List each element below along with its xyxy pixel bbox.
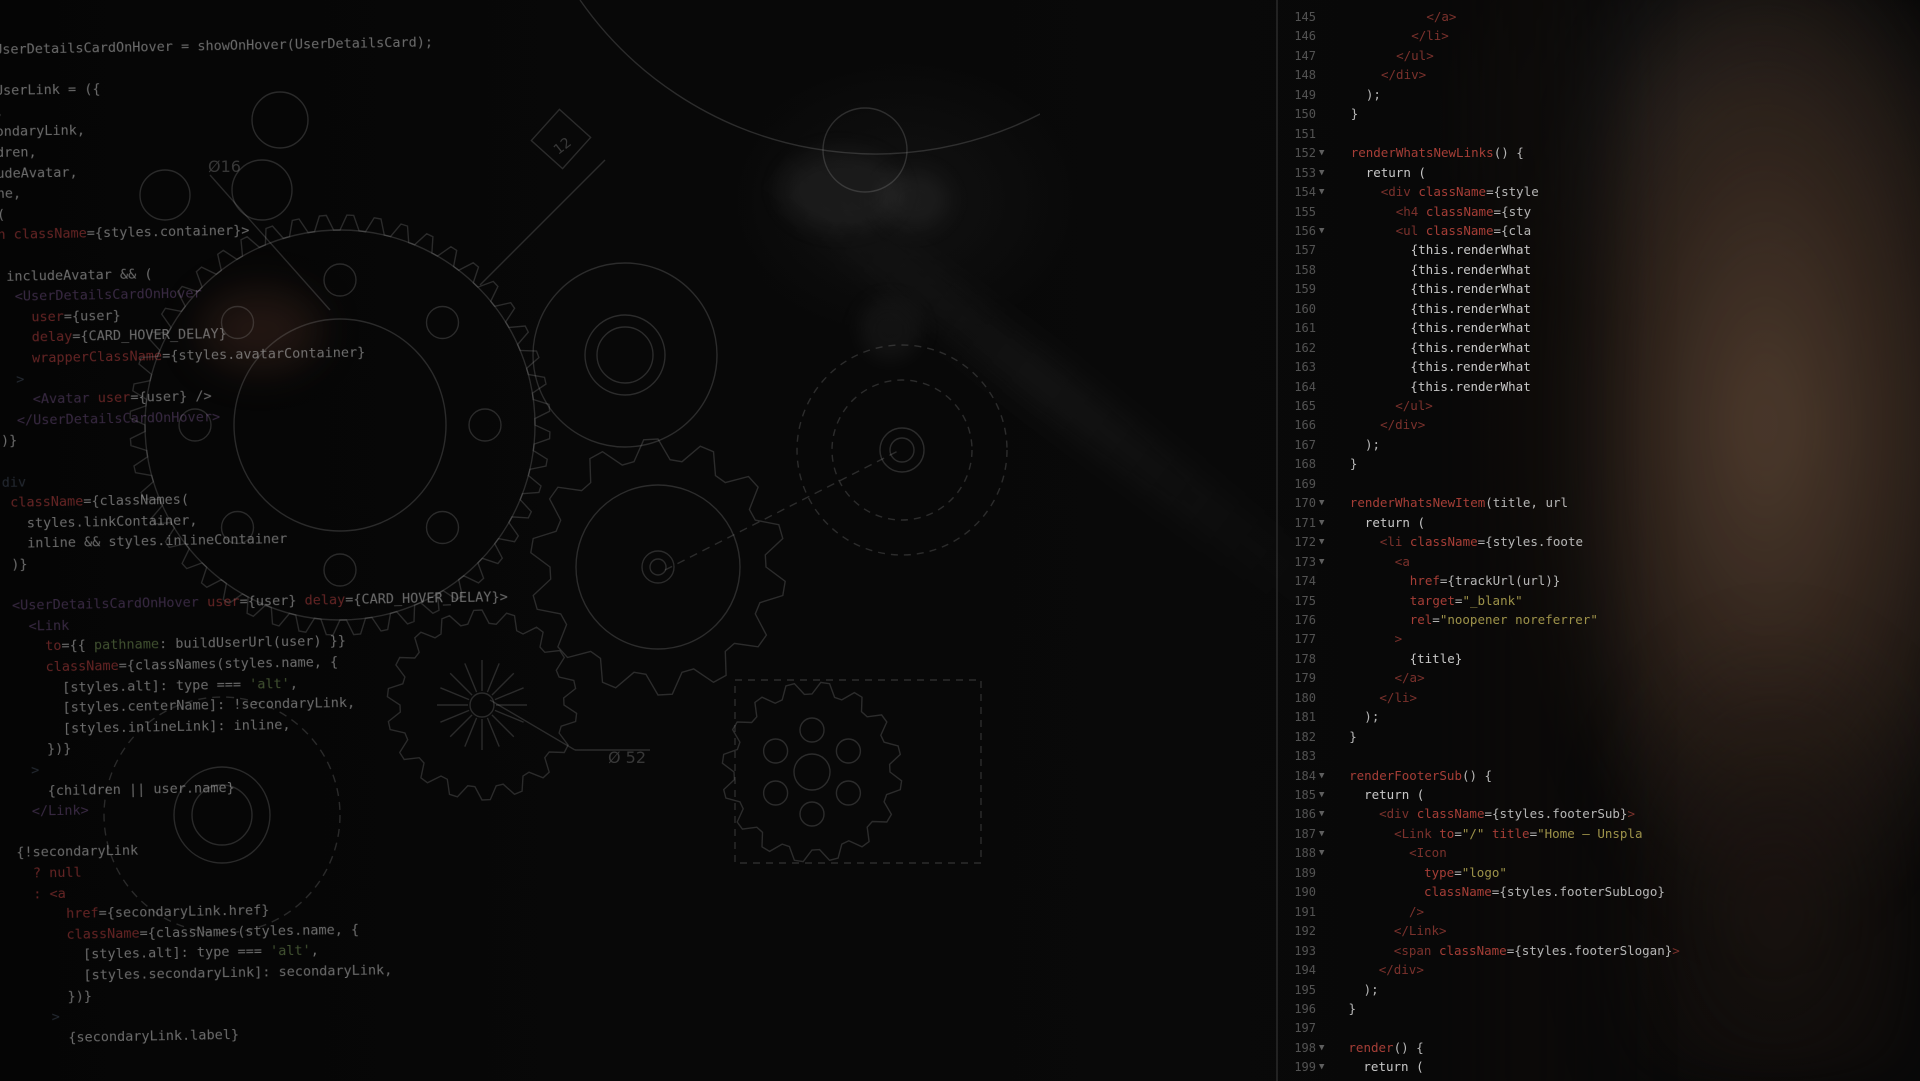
background-photo: UserDetailsCardOnHover = showOnHover(Use…: [0, 0, 1920, 1081]
dim-overlay: [0, 0, 1920, 1081]
